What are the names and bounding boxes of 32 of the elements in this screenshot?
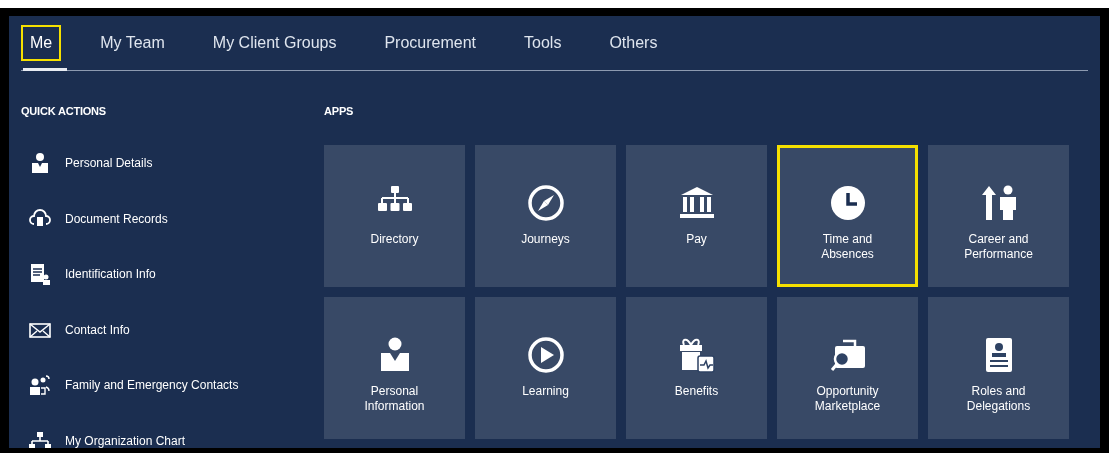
nav-tab[interactable]: My Team — [91, 25, 174, 61]
section-heading: QUICK ACTIONS — [21, 104, 107, 119]
app-tile[interactable]: Benefits — [626, 296, 767, 439]
play-icon — [526, 335, 565, 374]
quick-action-link[interactable]: Document Records — [21, 191, 324, 247]
quick-action-link[interactable]: Personal Details — [21, 135, 324, 191]
quick-action-link[interactable]: My Organization Chart — [21, 413, 324, 448]
arrow-person-icon — [979, 183, 1018, 222]
app-tile[interactable]: Opportunity Marketplace — [777, 296, 918, 439]
quick-action-link[interactable]: Family and Emergency Contacts — [21, 357, 324, 413]
app-tile[interactable]: Roles and Delegations — [928, 296, 1069, 439]
people-icon — [29, 374, 51, 397]
hierarchy-icon — [29, 429, 51, 448]
app-tile[interactable]: Career and Performance — [928, 144, 1069, 287]
app-tile[interactable]: Directory — [324, 144, 465, 287]
app-tile[interactable]: Pay — [626, 144, 767, 287]
compass-icon — [526, 183, 565, 222]
nav-tab[interactable]: My Client Groups — [203, 25, 346, 61]
app-tile[interactable]: Time and Absences — [777, 144, 918, 287]
app-tile[interactable]: Learning — [475, 296, 616, 439]
nav-tab[interactable]: Me — [21, 25, 62, 61]
nav-tab[interactable]: Others — [600, 25, 667, 61]
document-icon — [29, 263, 51, 286]
app-tile[interactable]: Personal Information — [324, 296, 465, 439]
person-icon — [29, 152, 51, 175]
nav-tab[interactable]: Procurement — [375, 25, 486, 61]
quick-action-link[interactable]: Identification Info — [21, 246, 324, 302]
quick-action-link[interactable]: Contact Info — [21, 302, 324, 358]
clock-icon — [828, 183, 867, 222]
nav-tab[interactable]: Tools — [515, 25, 571, 61]
app-tile[interactable]: Journeys — [475, 144, 616, 287]
section-heading: APPS — [324, 104, 355, 119]
